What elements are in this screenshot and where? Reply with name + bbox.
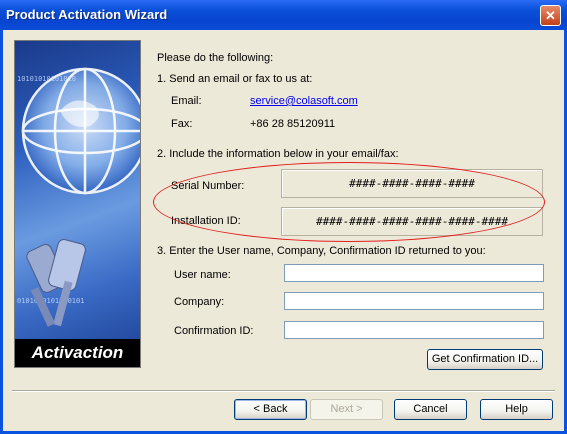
wizard-window: Product Activation Wizard ✕ 101010101010…	[0, 0, 567, 434]
fax-value: +86 28 85120911	[250, 118, 336, 130]
close-button[interactable]: ✕	[540, 5, 561, 26]
company-input[interactable]	[284, 292, 544, 310]
intro-text: Please do the following:	[157, 52, 274, 64]
step-1-text: 1. Send an email or fax to us at:	[157, 73, 313, 85]
username-label: User name:	[174, 269, 231, 281]
wizard-body: 10101010101010 0101010101010101 Activact…	[3, 30, 564, 431]
sidebar-banner-image: 10101010101010 0101010101010101 Activact…	[14, 40, 141, 368]
company-label: Company:	[174, 296, 225, 308]
username-input[interactable]	[284, 264, 544, 282]
email-label: Email:	[171, 95, 202, 107]
confirmation-id-label: Confirmation ID:	[174, 325, 254, 337]
close-icon: ✕	[545, 8, 556, 23]
step-2-text: 2. Include the information below in your…	[157, 148, 399, 160]
email-link[interactable]: service@colasoft.com	[250, 95, 358, 107]
footer-separator	[12, 390, 555, 392]
help-button[interactable]: Help	[480, 399, 553, 420]
window-title: Product Activation Wizard	[6, 7, 168, 22]
activation-label: Activaction	[15, 339, 140, 367]
keys-icon	[26, 239, 86, 327]
highlight-ellipse	[153, 162, 545, 242]
step-3-text: 3. Enter the User name, Company, Confirm…	[157, 245, 486, 257]
cancel-button[interactable]: Cancel	[394, 399, 467, 420]
confirmation-id-input[interactable]	[284, 321, 544, 339]
title-bar[interactable]: Product Activation Wizard ✕	[0, 0, 567, 30]
fax-label: Fax:	[171, 118, 193, 130]
globe-keys-graphic: 10101010101010 0101010101010101	[17, 67, 140, 327]
back-button[interactable]: < Back	[234, 399, 307, 420]
binary-text-bottom: 0101010101010101	[17, 297, 84, 305]
binary-text-top: 10101010101010	[17, 75, 76, 83]
get-confirmation-id-button[interactable]: Get Confirmation ID...	[427, 349, 543, 370]
next-button[interactable]: Next >	[310, 399, 383, 420]
